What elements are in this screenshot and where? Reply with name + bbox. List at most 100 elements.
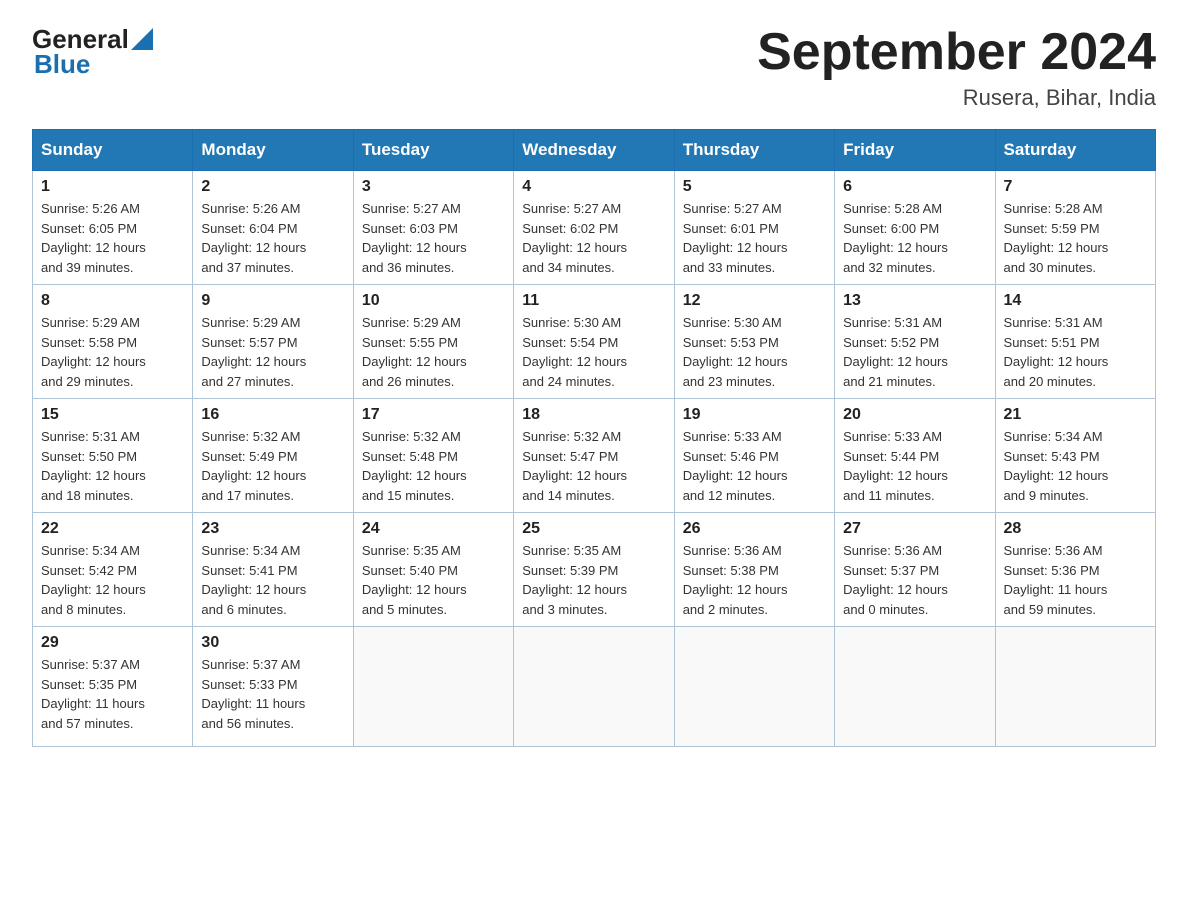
- day-info: Sunrise: 5:34 AMSunset: 5:41 PMDaylight:…: [201, 541, 344, 619]
- calendar-cell: 8 Sunrise: 5:29 AMSunset: 5:58 PMDaylight…: [33, 285, 193, 399]
- day-number: 4: [522, 178, 665, 196]
- calendar-cell: 30 Sunrise: 5:37 AMSunset: 5:33 PMDayligh…: [193, 627, 353, 747]
- calendar-cell: 22 Sunrise: 5:34 AMSunset: 5:42 PMDayligh…: [33, 513, 193, 627]
- calendar-cell: 27 Sunrise: 5:36 AMSunset: 5:37 PMDayligh…: [835, 513, 995, 627]
- day-info: Sunrise: 5:31 AMSunset: 5:50 PMDaylight:…: [41, 427, 184, 505]
- col-header-thursday: Thursday: [674, 130, 834, 171]
- calendar-week-row: 15 Sunrise: 5:31 AMSunset: 5:50 PMDayligh…: [33, 399, 1156, 513]
- calendar-cell: 29 Sunrise: 5:37 AMSunset: 5:35 PMDayligh…: [33, 627, 193, 747]
- calendar-cell: 6 Sunrise: 5:28 AMSunset: 6:00 PMDaylight…: [835, 171, 995, 285]
- day-info: Sunrise: 5:35 AMSunset: 5:39 PMDaylight:…: [522, 541, 665, 619]
- calendar-table: SundayMondayTuesdayWednesdayThursdayFrid…: [32, 129, 1156, 747]
- day-number: 15: [41, 406, 184, 424]
- day-number: 24: [362, 520, 505, 538]
- day-info: Sunrise: 5:31 AMSunset: 5:52 PMDaylight:…: [843, 313, 986, 391]
- day-number: 3: [362, 178, 505, 196]
- day-info: Sunrise: 5:33 AMSunset: 5:44 PMDaylight:…: [843, 427, 986, 505]
- day-info: Sunrise: 5:34 AMSunset: 5:42 PMDaylight:…: [41, 541, 184, 619]
- calendar-cell: 1Sunrise: 5:26 AMSunset: 6:05 PMDaylight…: [33, 171, 193, 285]
- calendar-cell: 2 Sunrise: 5:26 AMSunset: 6:04 PMDaylight…: [193, 171, 353, 285]
- day-info: Sunrise: 5:27 AMSunset: 6:01 PMDaylight:…: [683, 199, 826, 277]
- calendar-cell: 16Sunrise: 5:32 AMSunset: 5:49 PMDayligh…: [193, 399, 353, 513]
- col-header-monday: Monday: [193, 130, 353, 171]
- day-number: 8: [41, 292, 184, 310]
- calendar-cell: 15 Sunrise: 5:31 AMSunset: 5:50 PMDayligh…: [33, 399, 193, 513]
- day-number: 29: [41, 634, 184, 652]
- calendar-title: September 2024: [757, 24, 1156, 81]
- day-info: Sunrise: 5:36 AMSunset: 5:38 PMDaylight:…: [683, 541, 826, 619]
- col-header-sunday: Sunday: [33, 130, 193, 171]
- calendar-week-row: 8 Sunrise: 5:29 AMSunset: 5:58 PMDaylight…: [33, 285, 1156, 399]
- calendar-cell: 14 Sunrise: 5:31 AMSunset: 5:51 PMDayligh…: [995, 285, 1155, 399]
- day-number: 21: [1004, 406, 1147, 424]
- day-number: 9: [201, 292, 344, 310]
- day-number: 14: [1004, 292, 1147, 310]
- calendar-cell: 28 Sunrise: 5:36 AMSunset: 5:36 PMDayligh…: [995, 513, 1155, 627]
- calendar-cell: 23 Sunrise: 5:34 AMSunset: 5:41 PMDayligh…: [193, 513, 353, 627]
- logo: General Blue: [32, 24, 153, 80]
- calendar-cell: [674, 627, 834, 747]
- calendar-cell: 10 Sunrise: 5:29 AMSunset: 5:55 PMDayligh…: [353, 285, 513, 399]
- day-info: Sunrise: 5:31 AMSunset: 5:51 PMDaylight:…: [1004, 313, 1147, 391]
- day-number: 6: [843, 178, 986, 196]
- calendar-cell: 26 Sunrise: 5:36 AMSunset: 5:38 PMDayligh…: [674, 513, 834, 627]
- day-info: Sunrise: 5:29 AMSunset: 5:58 PMDaylight:…: [41, 313, 184, 391]
- day-info: Sunrise: 5:35 AMSunset: 5:40 PMDaylight:…: [362, 541, 505, 619]
- calendar-cell: 9Sunrise: 5:29 AMSunset: 5:57 PMDaylight…: [193, 285, 353, 399]
- day-info: Sunrise: 5:26 AMSunset: 6:04 PMDaylight:…: [201, 199, 344, 277]
- day-number: 11: [522, 292, 665, 310]
- calendar-cell: 13 Sunrise: 5:31 AMSunset: 5:52 PMDayligh…: [835, 285, 995, 399]
- day-number: 13: [843, 292, 986, 310]
- day-info: Sunrise: 5:28 AMSunset: 6:00 PMDaylight:…: [843, 199, 986, 277]
- calendar-header-row: SundayMondayTuesdayWednesdayThursdayFrid…: [33, 130, 1156, 171]
- day-info: Sunrise: 5:28 AMSunset: 5:59 PMDaylight:…: [1004, 199, 1147, 277]
- day-number: 28: [1004, 520, 1147, 538]
- day-info: Sunrise: 5:37 AMSunset: 5:33 PMDaylight:…: [201, 655, 344, 733]
- day-info: Sunrise: 5:32 AMSunset: 5:48 PMDaylight:…: [362, 427, 505, 505]
- calendar-subtitle: Rusera, Bihar, India: [757, 85, 1156, 111]
- calendar-week-row: 1Sunrise: 5:26 AMSunset: 6:05 PMDaylight…: [33, 171, 1156, 285]
- day-info: Sunrise: 5:34 AMSunset: 5:43 PMDaylight:…: [1004, 427, 1147, 505]
- day-info: Sunrise: 5:29 AMSunset: 5:55 PMDaylight:…: [362, 313, 505, 391]
- col-header-wednesday: Wednesday: [514, 130, 674, 171]
- day-number: 27: [843, 520, 986, 538]
- calendar-cell: [353, 627, 513, 747]
- calendar-cell: [995, 627, 1155, 747]
- day-number: 12: [683, 292, 826, 310]
- day-number: 26: [683, 520, 826, 538]
- day-number: 22: [41, 520, 184, 538]
- col-header-saturday: Saturday: [995, 130, 1155, 171]
- day-info: Sunrise: 5:32 AMSunset: 5:49 PMDaylight:…: [201, 427, 344, 505]
- day-number: 25: [522, 520, 665, 538]
- calendar-cell: [514, 627, 674, 747]
- logo-blue-text: Blue: [34, 49, 90, 80]
- day-info: Sunrise: 5:37 AMSunset: 5:35 PMDaylight:…: [41, 655, 184, 733]
- day-number: 23: [201, 520, 344, 538]
- day-info: Sunrise: 5:30 AMSunset: 5:53 PMDaylight:…: [683, 313, 826, 391]
- day-number: 1: [41, 178, 184, 196]
- calendar-cell: 17Sunrise: 5:32 AMSunset: 5:48 PMDayligh…: [353, 399, 513, 513]
- day-number: 10: [362, 292, 505, 310]
- col-header-tuesday: Tuesday: [353, 130, 513, 171]
- day-number: 20: [843, 406, 986, 424]
- day-number: 7: [1004, 178, 1147, 196]
- day-number: 30: [201, 634, 344, 652]
- day-info: Sunrise: 5:36 AMSunset: 5:36 PMDaylight:…: [1004, 541, 1147, 619]
- day-number: 2: [201, 178, 344, 196]
- calendar-cell: 18Sunrise: 5:32 AMSunset: 5:47 PMDayligh…: [514, 399, 674, 513]
- day-info: Sunrise: 5:33 AMSunset: 5:46 PMDaylight:…: [683, 427, 826, 505]
- day-info: Sunrise: 5:30 AMSunset: 5:54 PMDaylight:…: [522, 313, 665, 391]
- calendar-cell: 25 Sunrise: 5:35 AMSunset: 5:39 PMDayligh…: [514, 513, 674, 627]
- day-number: 5: [683, 178, 826, 196]
- title-area: September 2024 Rusera, Bihar, India: [757, 24, 1156, 111]
- calendar-week-row: 29 Sunrise: 5:37 AMSunset: 5:35 PMDayligh…: [33, 627, 1156, 747]
- day-info: Sunrise: 5:36 AMSunset: 5:37 PMDaylight:…: [843, 541, 986, 619]
- calendar-cell: 4Sunrise: 5:27 AMSunset: 6:02 PMDaylight…: [514, 171, 674, 285]
- calendar-cell: 3Sunrise: 5:27 AMSunset: 6:03 PMDaylight…: [353, 171, 513, 285]
- calendar-cell: 24 Sunrise: 5:35 AMSunset: 5:40 PMDayligh…: [353, 513, 513, 627]
- calendar-cell: [835, 627, 995, 747]
- calendar-cell: 12 Sunrise: 5:30 AMSunset: 5:53 PMDayligh…: [674, 285, 834, 399]
- day-number: 18: [522, 406, 665, 424]
- logo-triangle-icon: [131, 28, 153, 50]
- calendar-cell: 21 Sunrise: 5:34 AMSunset: 5:43 PMDayligh…: [995, 399, 1155, 513]
